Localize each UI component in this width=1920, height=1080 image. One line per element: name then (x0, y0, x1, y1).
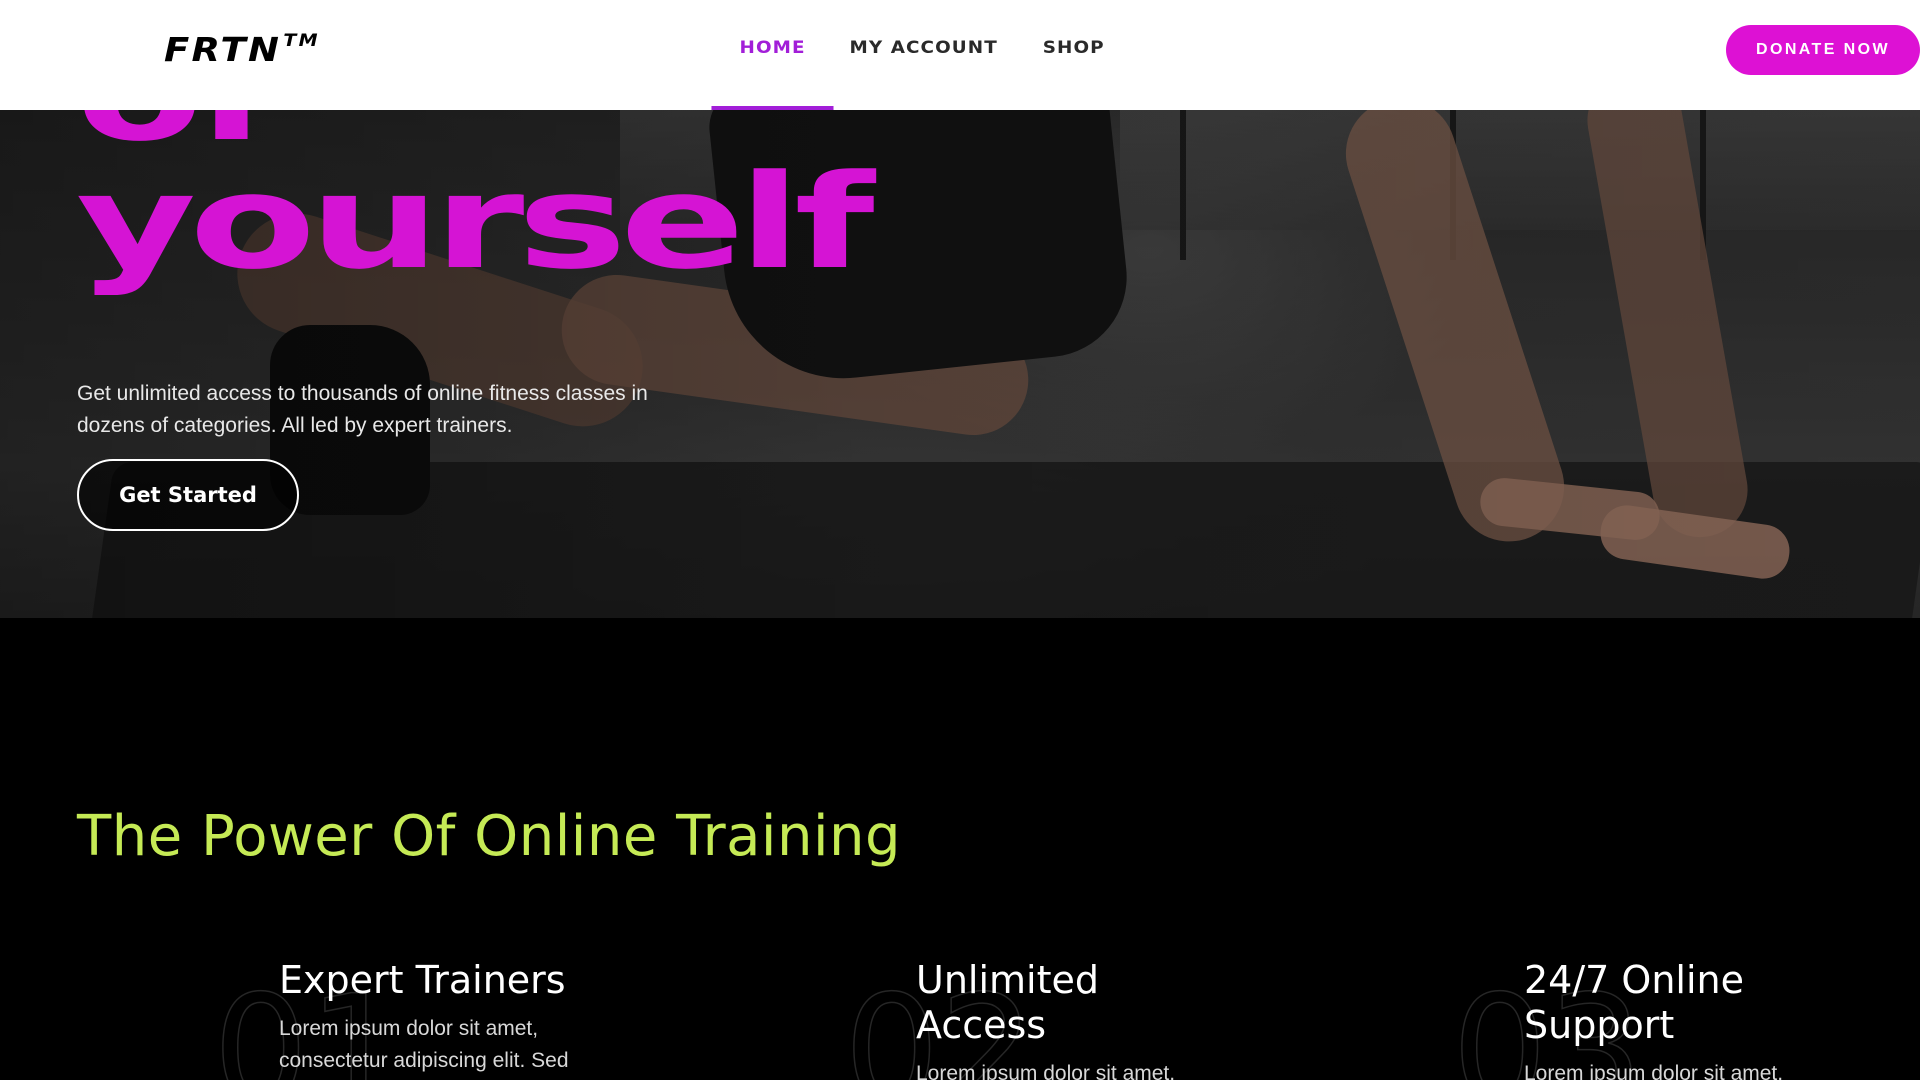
nav-shop[interactable]: SHOP (1014, 0, 1132, 110)
feature-title: Expert Trainers (279, 958, 566, 1002)
feature-text: Lorem ipsum dolor sit amet, consectetur … (279, 1017, 569, 1072)
nav-home[interactable]: HOME (711, 0, 834, 110)
logo-text: FRTN (164, 30, 282, 69)
get-started-button[interactable]: Get Started (77, 459, 299, 531)
feature-title: 24/7 Online Support (1524, 958, 1744, 1047)
feature-card: 02 Unlimited Access Lorem ipsum dolor si… (843, 958, 1246, 1080)
features-section: The Power Of Online Training 01 Expert T… (0, 618, 1920, 1080)
feature-text: Lorem ipsum dolor sit amet, (1524, 1062, 1784, 1080)
feature-card: 01 Expert Trainers Lorem ipsum dolor sit… (212, 958, 609, 1080)
hero-title: of yourself (76, 110, 875, 298)
hero-subtitle: Get unlimited access to thousands of onl… (77, 382, 648, 437)
hero-title-line-2: yourself (76, 146, 875, 298)
donate-now-button[interactable]: DONATE NOW (1726, 25, 1920, 75)
logo-trademark: TM (283, 31, 320, 51)
site-logo[interactable]: FRTN TM (164, 30, 320, 69)
section-title: The Power Of Online Training (77, 804, 902, 869)
feature-card: 03 24/7 Online Support Lorem ipsum dolor… (1451, 958, 1854, 1080)
main-nav: HOME MY ACCOUNT SHOP (711, 0, 1128, 110)
nav-my-account[interactable]: MY ACCOUNT (822, 0, 1026, 110)
hero-section: of yourself Get unlimited access to thou… (0, 110, 1920, 618)
feature-text: Lorem ipsum dolor sit amet, (916, 1062, 1176, 1080)
site-header: FRTN TM HOME MY ACCOUNT SHOP DONATE NOW (0, 0, 1920, 110)
feature-title: Unlimited Access (916, 958, 1099, 1047)
